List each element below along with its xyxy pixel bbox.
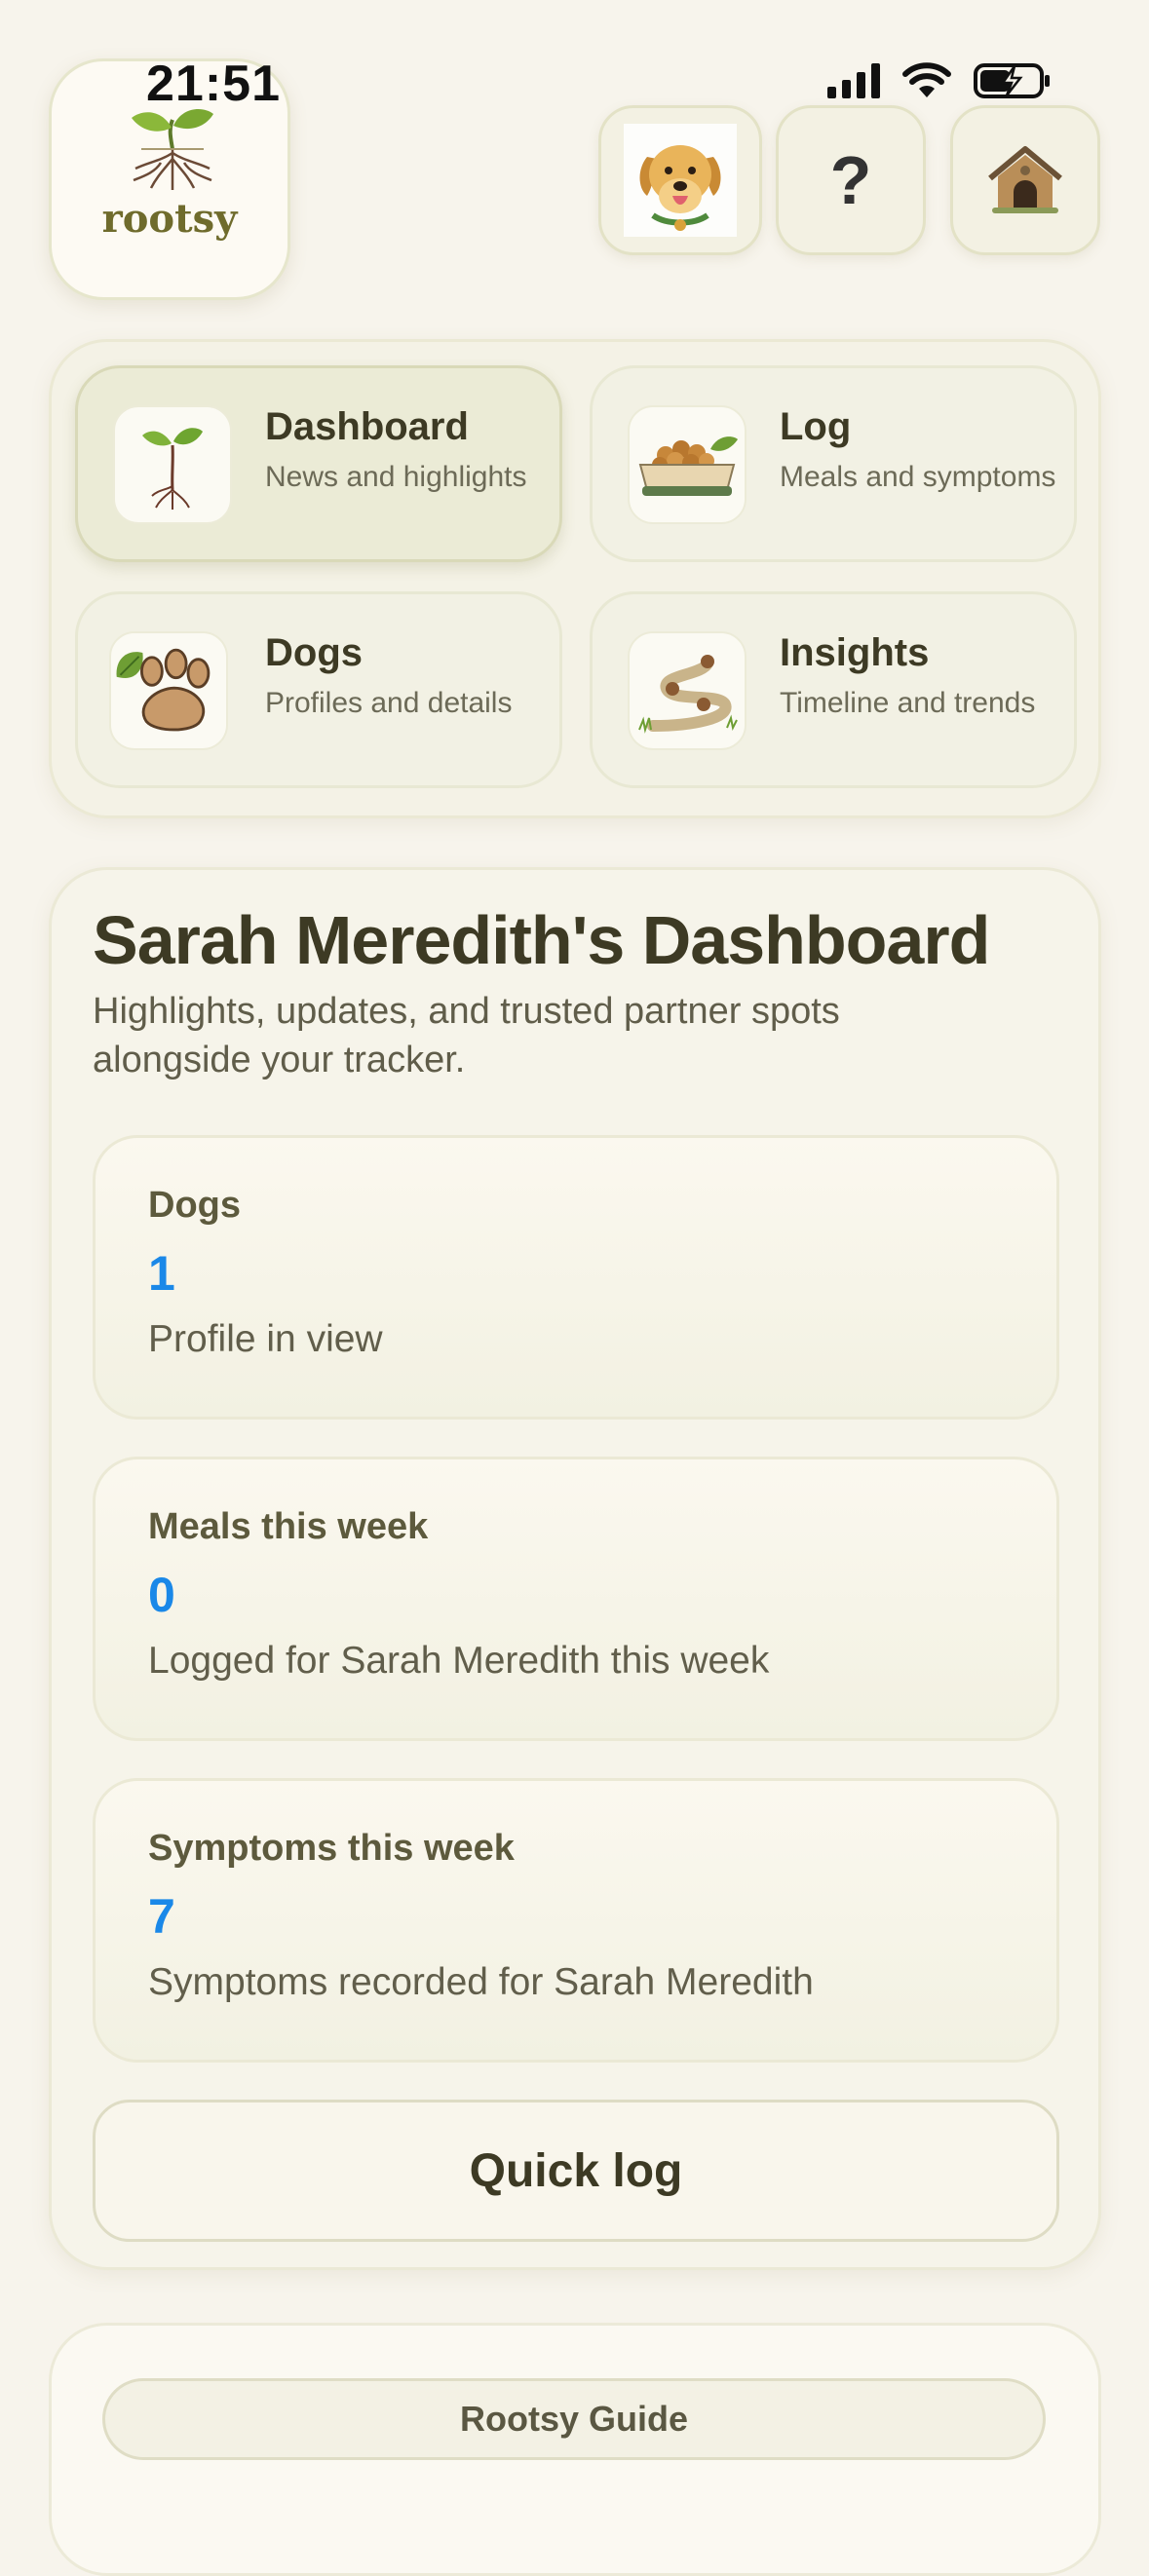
- paw-icon: [109, 631, 228, 750]
- help-icon: ?: [829, 142, 872, 218]
- nav-item-dogs[interactable]: Dogs Profiles and details: [75, 591, 562, 788]
- rootsy-guide-button[interactable]: Rootsy Guide: [102, 2378, 1046, 2460]
- status-icons: [827, 62, 1052, 99]
- sprout-logo-icon: [132, 109, 213, 190]
- stat-value: 1: [148, 1246, 175, 1301]
- wifi-icon: [902, 62, 951, 97]
- cellular-signal-icon: [827, 63, 880, 98]
- dog-profile-button[interactable]: [598, 105, 762, 255]
- status-time: 21:51: [146, 56, 281, 112]
- dashboard-card: Sarah Meredith's Dashboard Highlights, u…: [49, 867, 1101, 2270]
- page-title: Sarah Meredith's Dashboard: [93, 902, 990, 978]
- stat-card-meals: Meals this week 0 Logged for Sarah Mered…: [93, 1457, 1059, 1741]
- stat-label: Dogs: [148, 1185, 241, 1226]
- stat-label: Meals this week: [148, 1506, 429, 1547]
- nav-item-subtitle: Timeline and trends: [780, 687, 1036, 719]
- nav-item-title: Insights: [780, 631, 930, 674]
- stat-card-dogs: Dogs 1 Profile in view: [93, 1135, 1059, 1420]
- nav-item-title: Dashboard: [265, 405, 469, 448]
- page-subtitle: Highlights, updates, and trusted partner…: [93, 991, 840, 1080]
- nav-item-subtitle: News and highlights: [265, 461, 527, 493]
- stat-description: Profile in view: [148, 1318, 383, 1360]
- home-button[interactable]: [950, 105, 1100, 255]
- brand-name: rootsy: [101, 196, 238, 242]
- nav-item-title: Dogs: [265, 631, 363, 674]
- nav-item-insights[interactable]: Insights Timeline and trends: [590, 591, 1077, 788]
- doghouse-icon: [988, 146, 1062, 213]
- stat-description: Logged for Sarah Meredith this week: [148, 1640, 770, 1682]
- stat-value: 7: [148, 1889, 175, 1944]
- dog-avatar-icon: [624, 124, 737, 237]
- sprout-icon: [113, 405, 232, 524]
- nav-panel: Dashboard News and highlights Log Meals …: [49, 339, 1101, 818]
- guide-card: Rootsy Guide: [49, 2323, 1101, 2576]
- nav-item-subtitle: Profiles and details: [265, 687, 513, 719]
- nav-item-title: Log: [780, 405, 852, 448]
- stat-card-symptoms: Symptoms this week 7 Symptoms recorded f…: [93, 1778, 1059, 2063]
- stat-description: Symptoms recorded for Sarah Meredith: [148, 1961, 814, 2003]
- nav-item-subtitle: Meals and symptoms: [780, 461, 1056, 493]
- battery-charging-icon: [974, 63, 1050, 98]
- quick-log-button[interactable]: Quick log: [93, 2100, 1059, 2242]
- stat-label: Symptoms this week: [148, 1828, 515, 1869]
- stat-value: 0: [148, 1568, 175, 1622]
- nav-item-dashboard[interactable]: Dashboard News and highlights: [75, 365, 562, 562]
- trail-icon: [628, 631, 747, 750]
- nav-item-log[interactable]: Log Meals and symptoms: [590, 365, 1077, 562]
- food-bowl-icon: [628, 405, 747, 524]
- help-button[interactable]: ?: [776, 105, 926, 255]
